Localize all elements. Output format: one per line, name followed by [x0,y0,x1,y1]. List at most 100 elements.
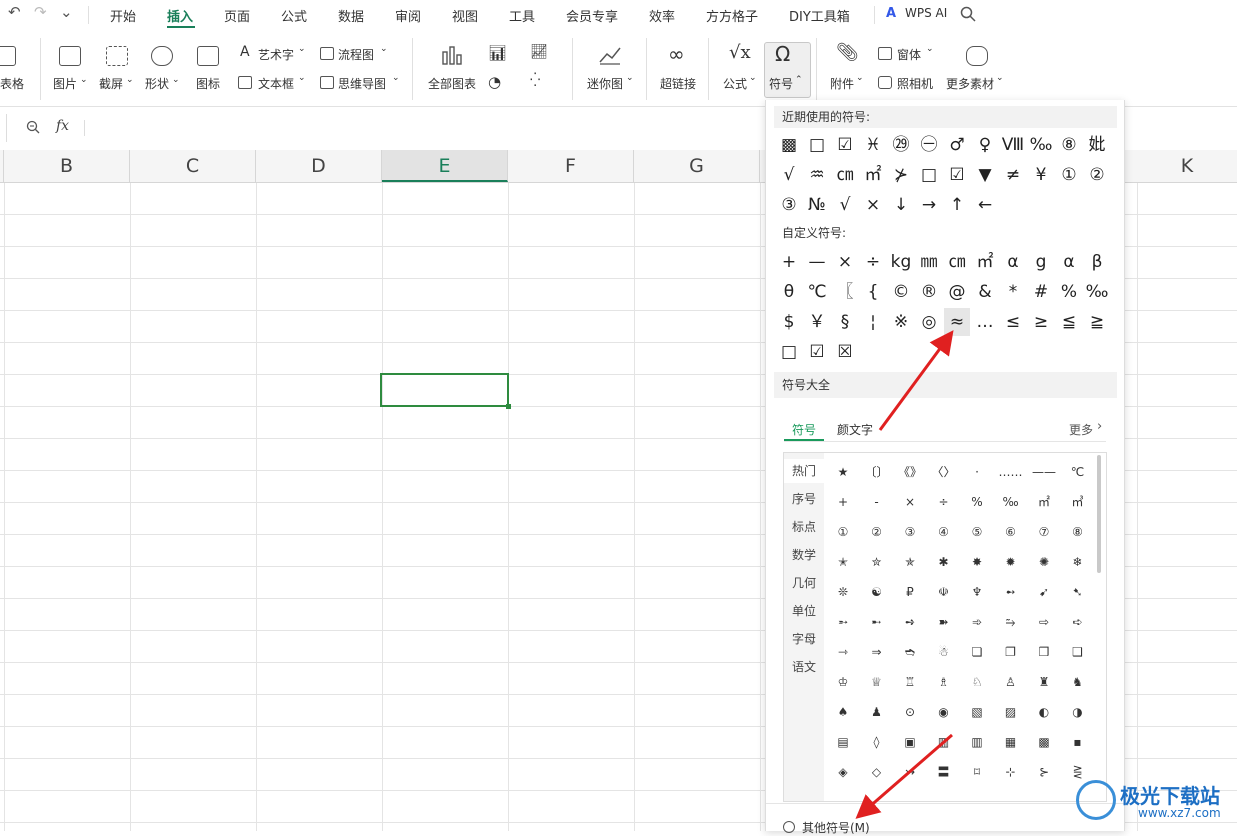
symbol-cell[interactable]: ☑ [804,338,830,366]
column-header-b[interactable]: B [4,150,130,182]
symbol-cell[interactable]: ‰ [1028,131,1054,159]
symbol-cell[interactable]: 妣 [1084,131,1110,159]
symbol-cell[interactable]: ♂ [944,131,970,159]
symbol-cell[interactable]: ✭ [828,547,858,577]
mindmap-button[interactable]: 思维导图 [338,75,386,92]
category-item[interactable]: 字母 [784,627,824,651]
tab-symbols[interactable]: 符号 [792,421,816,438]
symbol-cell[interactable]: ▤ [828,727,858,757]
symbol-cell[interactable]: $ [776,308,802,336]
symbol-cell[interactable]: × [895,487,925,517]
symbol-cell[interactable]: g [1028,248,1054,276]
symbol-cell[interactable]: ❊ [828,577,858,607]
symbol-cell[interactable]: ▥ [962,727,992,757]
table-button[interactable]: 表格 [0,75,24,92]
chevron-down-icon[interactable]: ⌄ [60,3,73,21]
symbol-cell[interactable]: ‰ [996,487,1026,517]
symbol-cell[interactable]: № [804,191,830,219]
symbol-cell[interactable]: ⌑ [962,757,992,787]
pie-chart-icon[interactable]: ◔ [488,73,501,91]
column-header-e[interactable]: E [382,150,508,182]
symbol-cell[interactable]: ③ [776,191,802,219]
symbol-cell[interactable]: 〈〉 [929,457,959,487]
symbol-cell[interactable]: + [828,487,858,517]
symbol-cell[interactable]: · [962,457,992,487]
symbol-cell[interactable]: θ [776,278,802,306]
symbol-cell[interactable]: ✮ [862,547,892,577]
column-chart-icon[interactable]: 📊︎ [488,44,507,62]
symbol-cell[interactable]: × [832,248,858,276]
symbol-cell[interactable]: ❐ [996,637,1026,667]
symbol-cell[interactable]: ♖ [895,667,925,697]
symbol-cell[interactable]: ▣ [895,727,925,757]
symbol-cell[interactable]: …… [996,457,1026,487]
symbol-cell[interactable]: ￥ [804,308,830,336]
symbol-cell[interactable]: ㎝ [832,161,858,189]
symbol-cell[interactable]: @ [944,278,970,306]
symbol-cell[interactable]: ℃ [804,278,830,306]
symbol-cell[interactable]: ℃ [1063,457,1093,487]
symbol-cell[interactable]: … [972,308,998,336]
symbol-cell[interactable]: { [860,278,886,306]
symbol-cell[interactable]: ㎡ [860,161,886,189]
symbol-cell[interactable]: ⊹ [996,757,1026,787]
other-symbols-button[interactable]: 其他符号(M) [802,819,870,836]
zoom-icon[interactable] [26,120,40,134]
symbol-cell[interactable]: ❑ [1063,637,1093,667]
symbol-cell[interactable]: ↣ [895,757,925,787]
symbol-cell[interactable]: ¥ [1028,161,1054,189]
symbol-cell[interactable]: kg [888,248,914,276]
symbol-cell[interactable]: ♙ [996,667,1026,697]
symbol-cell[interactable]: ≦ [1056,308,1082,336]
menu-data[interactable]: 数据 [338,6,364,25]
symbol-cell[interactable]: ❒ [1029,637,1059,667]
symbol-cell[interactable]: ✯ [895,547,925,577]
symbol-cell[interactable]: ♘ [962,667,992,697]
chevron-right-icon[interactable]: › [1097,419,1102,434]
symbol-cell[interactable]: β [1084,248,1110,276]
symbol-cell[interactable]: ⑦ [1029,517,1059,547]
symbol-cell[interactable]: ✺ [1029,547,1059,577]
menu-page[interactable]: 页面 [224,6,250,25]
shape-button[interactable]: 形状 [145,75,169,92]
scrollbar-thumb[interactable] [1097,455,1101,573]
symbol-cell[interactable]: ⊱ [1029,757,1059,787]
wordart-button[interactable]: 艺术字 [258,46,294,63]
symbol-cell[interactable]: ▦ [996,727,1026,757]
symbol-cell[interactable]: √ [776,161,802,189]
symbol-cell[interactable]: ① [828,517,858,547]
symbol-cell[interactable]: & [972,278,998,306]
category-item[interactable]: 单位 [784,599,824,623]
undo-icon[interactable]: ↶ [8,3,21,21]
symbol-cell[interactable]: ➬ [895,637,925,667]
symbol-cell[interactable]: √ [832,191,858,219]
category-item[interactable]: 序号 [784,487,824,511]
symbol-cell[interactable]: * [1000,278,1026,306]
symbol-cell[interactable]: ⇒ [862,637,892,667]
symbol-cell[interactable]: 《》 [895,457,925,487]
symbol-cell[interactable]: ㎡ [1029,487,1059,517]
symbol-cell[interactable]: ⑧ [1056,131,1082,159]
symbol-cell[interactable]: 〔〕 [862,457,892,487]
icon-button[interactable]: 图标 [196,75,220,92]
menu-wps-ai[interactable]: WPS AI [905,6,947,20]
symbol-cell[interactable]: ➸ [862,607,892,637]
symbol-cell[interactable]: ♞ [1063,667,1093,697]
menu-fangfang[interactable]: 方方格子 [706,6,758,25]
menu-review[interactable]: 审阅 [395,6,421,25]
menu-efficiency[interactable]: 效率 [649,6,675,25]
symbol-cell[interactable]: ② [1084,161,1110,189]
redo-icon[interactable]: ↷ [34,3,47,21]
category-item[interactable]: 标点 [784,515,824,539]
camera-button[interactable]: 照相机 [897,75,933,92]
symbol-cell[interactable]: % [1056,278,1082,306]
symbol-cell[interactable]: ↑ [944,191,970,219]
symbol-cell[interactable]: ② [862,517,892,547]
symbol-cell[interactable]: □ [776,338,802,366]
symbol-cell[interactable]: ♠ [828,697,858,727]
symbol-cell[interactable]: ➪ [1063,607,1093,637]
symbol-cell[interactable]: ➾ [962,607,992,637]
symbol-cell[interactable]: → [916,191,942,219]
menu-insert[interactable]: 插入 [167,6,193,25]
symbol-cell[interactable]: ㉙ [888,131,914,159]
